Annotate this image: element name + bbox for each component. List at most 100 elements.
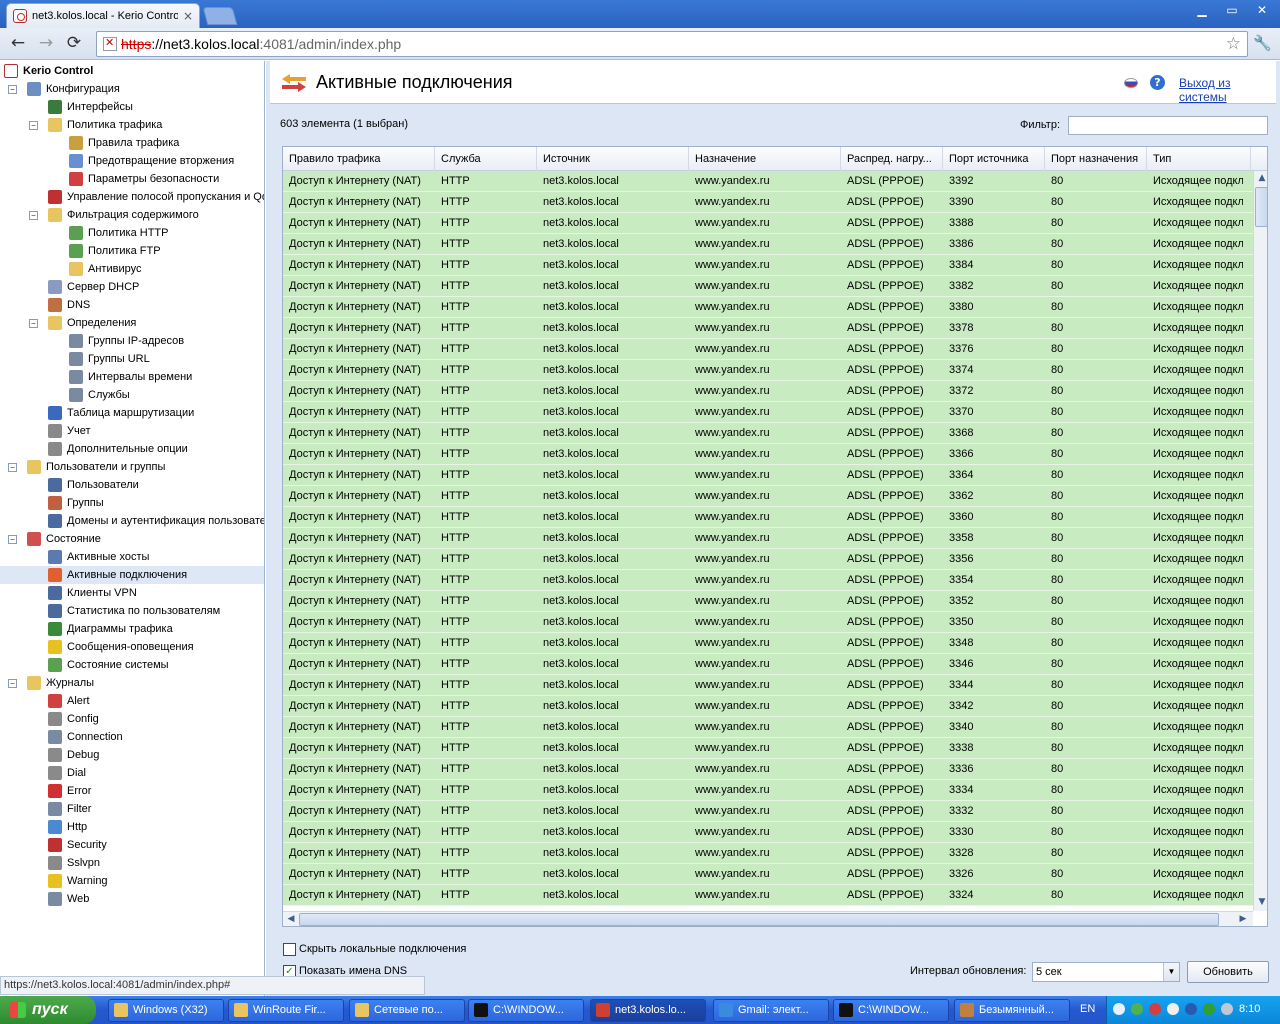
- tree-item[interactable]: − Пользователи и группы: [8, 458, 165, 476]
- tree-item[interactable]: DNS: [29, 296, 90, 314]
- logout-link[interactable]: Выход из системы: [1179, 76, 1276, 104]
- table-row[interactable]: Доступ к Интернету (NAT) HTTP net3.kolos.l…: [283, 402, 1253, 423]
- filter-input[interactable]: [1068, 116, 1268, 135]
- refresh-button[interactable]: Обновить: [1187, 961, 1269, 983]
- tree-item[interactable]: Домены и аутентификация пользовате: [29, 512, 264, 530]
- tree-root[interactable]: Kerio Control: [4, 62, 93, 80]
- table-row[interactable]: Доступ к Интернету (NAT) HTTP net3.kolos.l…: [283, 696, 1253, 717]
- tree-item[interactable]: Правила трафика: [50, 134, 179, 152]
- tree-item[interactable]: Клиенты VPN: [29, 584, 137, 602]
- scroll-right-icon[interactable]: ▶: [1235, 912, 1251, 926]
- vertical-scrollbar[interactable]: ▲ ▼: [1253, 171, 1267, 911]
- tree-item[interactable]: Активные хосты: [29, 548, 149, 566]
- tree-item[interactable]: Группы: [29, 494, 104, 512]
- scroll-up-icon[interactable]: ▲: [1254, 171, 1267, 186]
- forward-icon[interactable]: →: [34, 32, 58, 56]
- collapse-toggle-icon[interactable]: −: [8, 678, 17, 688]
- table-row[interactable]: Доступ к Интернету (NAT) HTTP net3.kolos.l…: [283, 528, 1253, 549]
- tree-item[interactable]: Учет: [29, 422, 91, 440]
- tree-item[interactable]: Sslvpn: [29, 854, 100, 872]
- tree-item[interactable]: − Журналы: [8, 674, 94, 692]
- tree-item[interactable]: Error: [29, 782, 91, 800]
- table-row[interactable]: Доступ к Интернету (NAT) HTTP net3.kolos.l…: [283, 738, 1253, 759]
- table-row[interactable]: Доступ к Интернету (NAT) HTTP net3.kolos.l…: [283, 633, 1253, 654]
- collapse-toggle-icon[interactable]: −: [8, 84, 17, 94]
- table-row[interactable]: Доступ к Интернету (NAT) HTTP net3.kolos.l…: [283, 423, 1253, 444]
- tree-item[interactable]: Filter: [29, 800, 91, 818]
- taskbar-task[interactable]: WinRoute Fir...: [228, 999, 344, 1022]
- wrench-menu-icon[interactable]: 🔧: [1253, 34, 1272, 52]
- back-icon[interactable]: ←: [6, 32, 30, 56]
- tree-item[interactable]: Интерфейсы: [29, 98, 133, 116]
- scroll-left-icon[interactable]: ◀: [283, 912, 299, 926]
- close-window-icon[interactable]: ✕: [1248, 2, 1276, 19]
- restore-icon[interactable]: ▭: [1218, 2, 1246, 19]
- taskbar-task[interactable]: C:\WINDOW...: [833, 999, 949, 1022]
- tree-item[interactable]: Группы URL: [50, 350, 150, 368]
- taskbar-task[interactable]: Windows (X32): [108, 999, 224, 1022]
- tree-item[interactable]: Предотвращение вторжения: [50, 152, 234, 170]
- tray-search-icon[interactable]: [1167, 1003, 1179, 1015]
- tree-item[interactable]: − Политика трафика: [29, 116, 162, 134]
- tree-item[interactable]: Управление полосой пропускания и Qo: [29, 188, 264, 206]
- column-header[interactable]: Распред. нагру...: [841, 147, 943, 171]
- tree-item[interactable]: − Определения: [29, 314, 136, 332]
- table-row[interactable]: Доступ к Интернету (NAT) HTTP net3.kolos.l…: [283, 885, 1253, 906]
- column-header[interactable]: Источник: [537, 147, 689, 171]
- tray-kerio-icon[interactable]: [1149, 1003, 1161, 1015]
- table-row[interactable]: Доступ к Интернету (NAT) HTTP net3.kolos.l…: [283, 675, 1253, 696]
- tree-item[interactable]: Пользователи: [29, 476, 139, 494]
- tree-item[interactable]: Connection: [29, 728, 123, 746]
- tree-item[interactable]: Интервалы времени: [50, 368, 192, 386]
- table-row[interactable]: Доступ к Интернету (NAT) HTTP net3.kolos.l…: [283, 549, 1253, 570]
- tree-item[interactable]: Активные подключения: [0, 566, 264, 584]
- bookmark-star-icon[interactable]: ☆: [1226, 34, 1241, 54]
- table-row[interactable]: Доступ к Интернету (NAT) HTTP net3.kolos.l…: [283, 570, 1253, 591]
- column-header[interactable]: Правило трафика: [283, 147, 435, 171]
- table-row[interactable]: Доступ к Интернету (NAT) HTTP net3.kolos.l…: [283, 864, 1253, 885]
- table-row[interactable]: Доступ к Интернету (NAT) HTTP net3.kolos.l…: [283, 360, 1253, 381]
- tray-status-icon[interactable]: [1203, 1003, 1215, 1015]
- start-button[interactable]: пуск: [0, 996, 96, 1024]
- collapse-toggle-icon[interactable]: −: [29, 120, 38, 130]
- table-row[interactable]: Доступ к Интернету (NAT) HTTP net3.kolos.l…: [283, 822, 1253, 843]
- table-row[interactable]: Доступ к Интернету (NAT) HTTP net3.kolos.l…: [283, 255, 1253, 276]
- vertical-scroll-thumb[interactable]: [1255, 187, 1267, 227]
- tree-item[interactable]: Debug: [29, 746, 99, 764]
- tree-item[interactable]: Политика HTTP: [50, 224, 168, 242]
- column-header[interactable]: Тип: [1147, 147, 1251, 171]
- tree-item[interactable]: Dial: [29, 764, 86, 782]
- table-row[interactable]: Доступ к Интернету (NAT) HTTP net3.kolos.l…: [283, 654, 1253, 675]
- tree-item[interactable]: Security: [29, 836, 107, 854]
- tree-item[interactable]: Таблица маршрутизации: [29, 404, 194, 422]
- tray-volume-icon[interactable]: [1221, 1003, 1233, 1015]
- table-row[interactable]: Доступ к Интернету (NAT) HTTP net3.kolos.l…: [283, 318, 1253, 339]
- tree-item[interactable]: Группы IP-адресов: [50, 332, 184, 350]
- table-row[interactable]: Доступ к Интернету (NAT) HTTP net3.kolos.l…: [283, 213, 1253, 234]
- column-header[interactable]: Порт источника: [943, 147, 1045, 171]
- tree-item[interactable]: − Фильтрация содержимого: [29, 206, 199, 224]
- tab-close-icon[interactable]: ×: [183, 9, 193, 23]
- minimize-icon[interactable]: ▁: [1188, 2, 1216, 19]
- table-row[interactable]: Доступ к Интернету (NAT) HTTP net3.kolos.l…: [283, 276, 1253, 297]
- tree-item[interactable]: Политика FTP: [50, 242, 161, 260]
- new-tab-button[interactable]: [202, 7, 238, 25]
- table-row[interactable]: Доступ к Интернету (NAT) HTTP net3.kolos.l…: [283, 717, 1253, 738]
- tree-item[interactable]: Состояние системы: [29, 656, 169, 674]
- tray-monitor-icon[interactable]: [1185, 1003, 1197, 1015]
- tree-item[interactable]: Антивирус: [50, 260, 141, 278]
- tree-item[interactable]: − Конфигурация: [8, 80, 120, 98]
- table-row[interactable]: Доступ к Интернету (NAT) HTTP net3.kolos.l…: [283, 591, 1253, 612]
- table-row[interactable]: Доступ к Интернету (NAT) HTTP net3.kolos.l…: [283, 171, 1253, 192]
- table-row[interactable]: Доступ к Интернету (NAT) HTTP net3.kolos.l…: [283, 780, 1253, 801]
- collapse-toggle-icon[interactable]: −: [8, 534, 17, 544]
- taskbar-task[interactable]: net3.kolos.lo...: [590, 999, 706, 1022]
- tray-arrow-icon[interactable]: [1113, 1003, 1125, 1015]
- table-row[interactable]: Доступ к Интернету (NAT) HTTP net3.kolos.l…: [283, 486, 1253, 507]
- taskbar-task[interactable]: C:\WINDOW...: [468, 999, 584, 1022]
- scroll-down-icon[interactable]: ▼: [1254, 895, 1267, 910]
- collapse-toggle-icon[interactable]: −: [8, 462, 17, 472]
- table-row[interactable]: Доступ к Интернету (NAT) HTTP net3.kolos.l…: [283, 612, 1253, 633]
- tree-item[interactable]: Параметры безопасности: [50, 170, 219, 188]
- tree-item[interactable]: − Состояние: [8, 530, 101, 548]
